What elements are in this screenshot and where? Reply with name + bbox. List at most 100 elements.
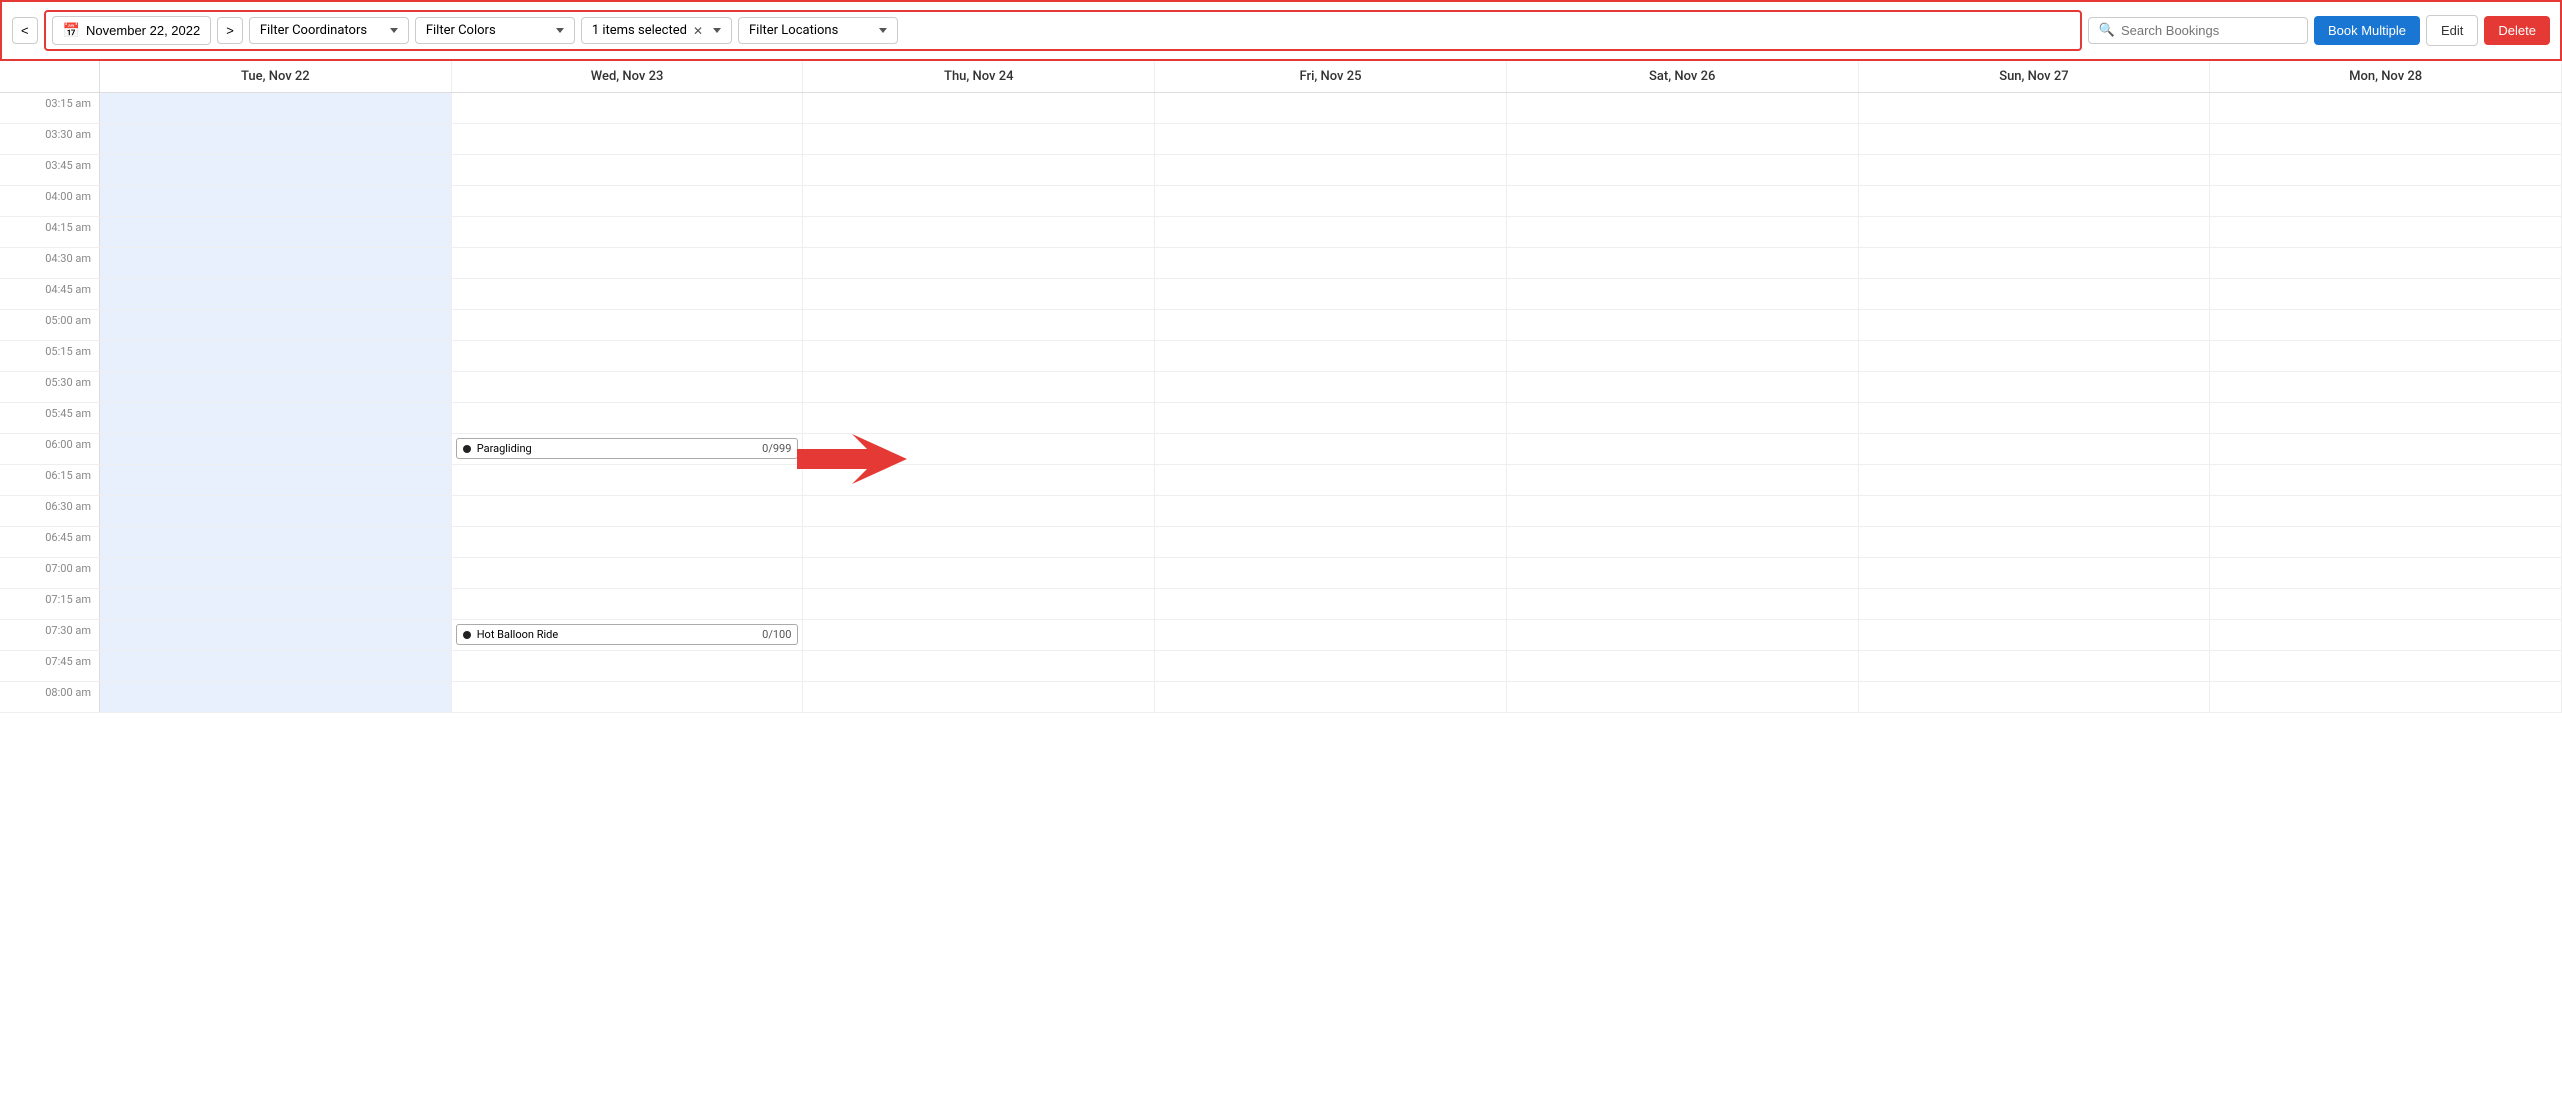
day-cell[interactable] [803,155,1155,185]
edit-button[interactable]: Edit [2426,15,2478,46]
day-cell[interactable] [2210,620,2562,650]
day-cell[interactable] [2210,465,2562,495]
day-cell[interactable] [1155,248,1507,278]
day-cell[interactable] [2210,310,2562,340]
day-cell[interactable] [1507,341,1859,371]
day-cell[interactable] [1155,341,1507,371]
day-cell[interactable] [100,248,452,278]
day-cell[interactable] [2210,496,2562,526]
day-cell[interactable] [1859,124,2211,154]
day-cell[interactable] [100,620,452,650]
clear-selection-icon[interactable]: ✕ [691,24,705,38]
search-input[interactable] [2121,23,2297,38]
day-cell[interactable] [1507,465,1859,495]
day-cell[interactable] [2210,124,2562,154]
day-cell[interactable] [452,93,804,123]
day-cell[interactable] [452,403,804,433]
day-cell[interactable] [1507,155,1859,185]
day-cell[interactable] [803,217,1155,247]
day-cell[interactable] [1507,527,1859,557]
day-cell[interactable] [1859,589,2211,619]
day-cell[interactable] [2210,155,2562,185]
day-cell[interactable] [100,93,452,123]
filter-coordinators-dropdown[interactable]: Filter Coordinators [249,17,409,44]
day-cell[interactable] [1507,589,1859,619]
day-cell[interactable] [1507,651,1859,681]
day-cell[interactable] [803,465,1155,495]
next-nav-button[interactable]: > [217,17,243,44]
day-cell[interactable] [803,496,1155,526]
day-cell[interactable] [1859,217,2211,247]
items-selected-filter[interactable]: 1 items selected ✕ [581,17,732,44]
day-cell[interactable] [1859,155,2211,185]
day-cell[interactable] [803,372,1155,402]
day-cell[interactable] [1859,248,2211,278]
day-cell[interactable] [803,310,1155,340]
day-cell[interactable] [1859,434,2211,464]
day-cell[interactable] [100,341,452,371]
day-cell[interactable] [1155,527,1507,557]
day-cell[interactable] [2210,93,2562,123]
day-cell[interactable] [803,651,1155,681]
day-cell[interactable] [1859,496,2211,526]
day-cell[interactable] [452,341,804,371]
day-cell[interactable] [1859,620,2211,650]
day-cell[interactable] [1859,527,2211,557]
day-cell[interactable] [100,651,452,681]
day-cell[interactable] [1155,434,1507,464]
filter-locations-dropdown[interactable]: Filter Locations [738,17,898,44]
day-cell[interactable] [100,434,452,464]
day-cell[interactable] [803,434,1155,464]
day-cell[interactable] [1155,310,1507,340]
day-cell[interactable] [803,527,1155,557]
day-cell[interactable] [100,527,452,557]
day-cell[interactable] [100,496,452,526]
day-cell[interactable] [1507,248,1859,278]
day-cell[interactable] [1859,682,2211,712]
day-cell[interactable] [452,651,804,681]
day-cell[interactable] [1507,403,1859,433]
day-cell[interactable] [1859,93,2211,123]
day-cell[interactable] [100,558,452,588]
day-cell[interactable] [1507,558,1859,588]
day-cell[interactable] [803,93,1155,123]
day-cell[interactable] [100,155,452,185]
day-cell[interactable] [452,527,804,557]
day-cell[interactable] [803,124,1155,154]
day-cell[interactable] [100,372,452,402]
day-cell[interactable] [1155,372,1507,402]
day-cell[interactable] [1155,496,1507,526]
day-cell[interactable] [2210,217,2562,247]
day-cell[interactable] [2210,682,2562,712]
day-cell[interactable] [803,589,1155,619]
day-cell[interactable] [1507,310,1859,340]
day-cell[interactable] [100,465,452,495]
day-cell[interactable] [452,279,804,309]
day-cell[interactable] [1155,93,1507,123]
day-cell[interactable] [2210,434,2562,464]
day-cell[interactable] [1155,217,1507,247]
book-multiple-button[interactable]: Book Multiple [2314,16,2420,45]
day-cell[interactable] [1859,341,2211,371]
day-cell[interactable] [100,279,452,309]
day-cell[interactable] [1507,496,1859,526]
day-cell[interactable] [1859,310,2211,340]
day-cell[interactable] [803,186,1155,216]
day-cell[interactable] [1155,279,1507,309]
day-cell[interactable] [2210,341,2562,371]
day-cell[interactable]: Paragliding0/999 [452,434,804,464]
day-cell[interactable] [452,682,804,712]
day-cell[interactable] [2210,279,2562,309]
day-cell[interactable] [100,124,452,154]
day-cell[interactable] [1507,620,1859,650]
day-cell[interactable] [1155,186,1507,216]
day-cell[interactable] [1155,155,1507,185]
day-cell[interactable] [1155,651,1507,681]
day-cell[interactable] [452,248,804,278]
day-cell[interactable] [803,620,1155,650]
day-cell[interactable] [452,155,804,185]
day-cell[interactable] [2210,589,2562,619]
day-cell[interactable] [100,186,452,216]
day-cell[interactable] [803,341,1155,371]
day-cell[interactable] [803,403,1155,433]
